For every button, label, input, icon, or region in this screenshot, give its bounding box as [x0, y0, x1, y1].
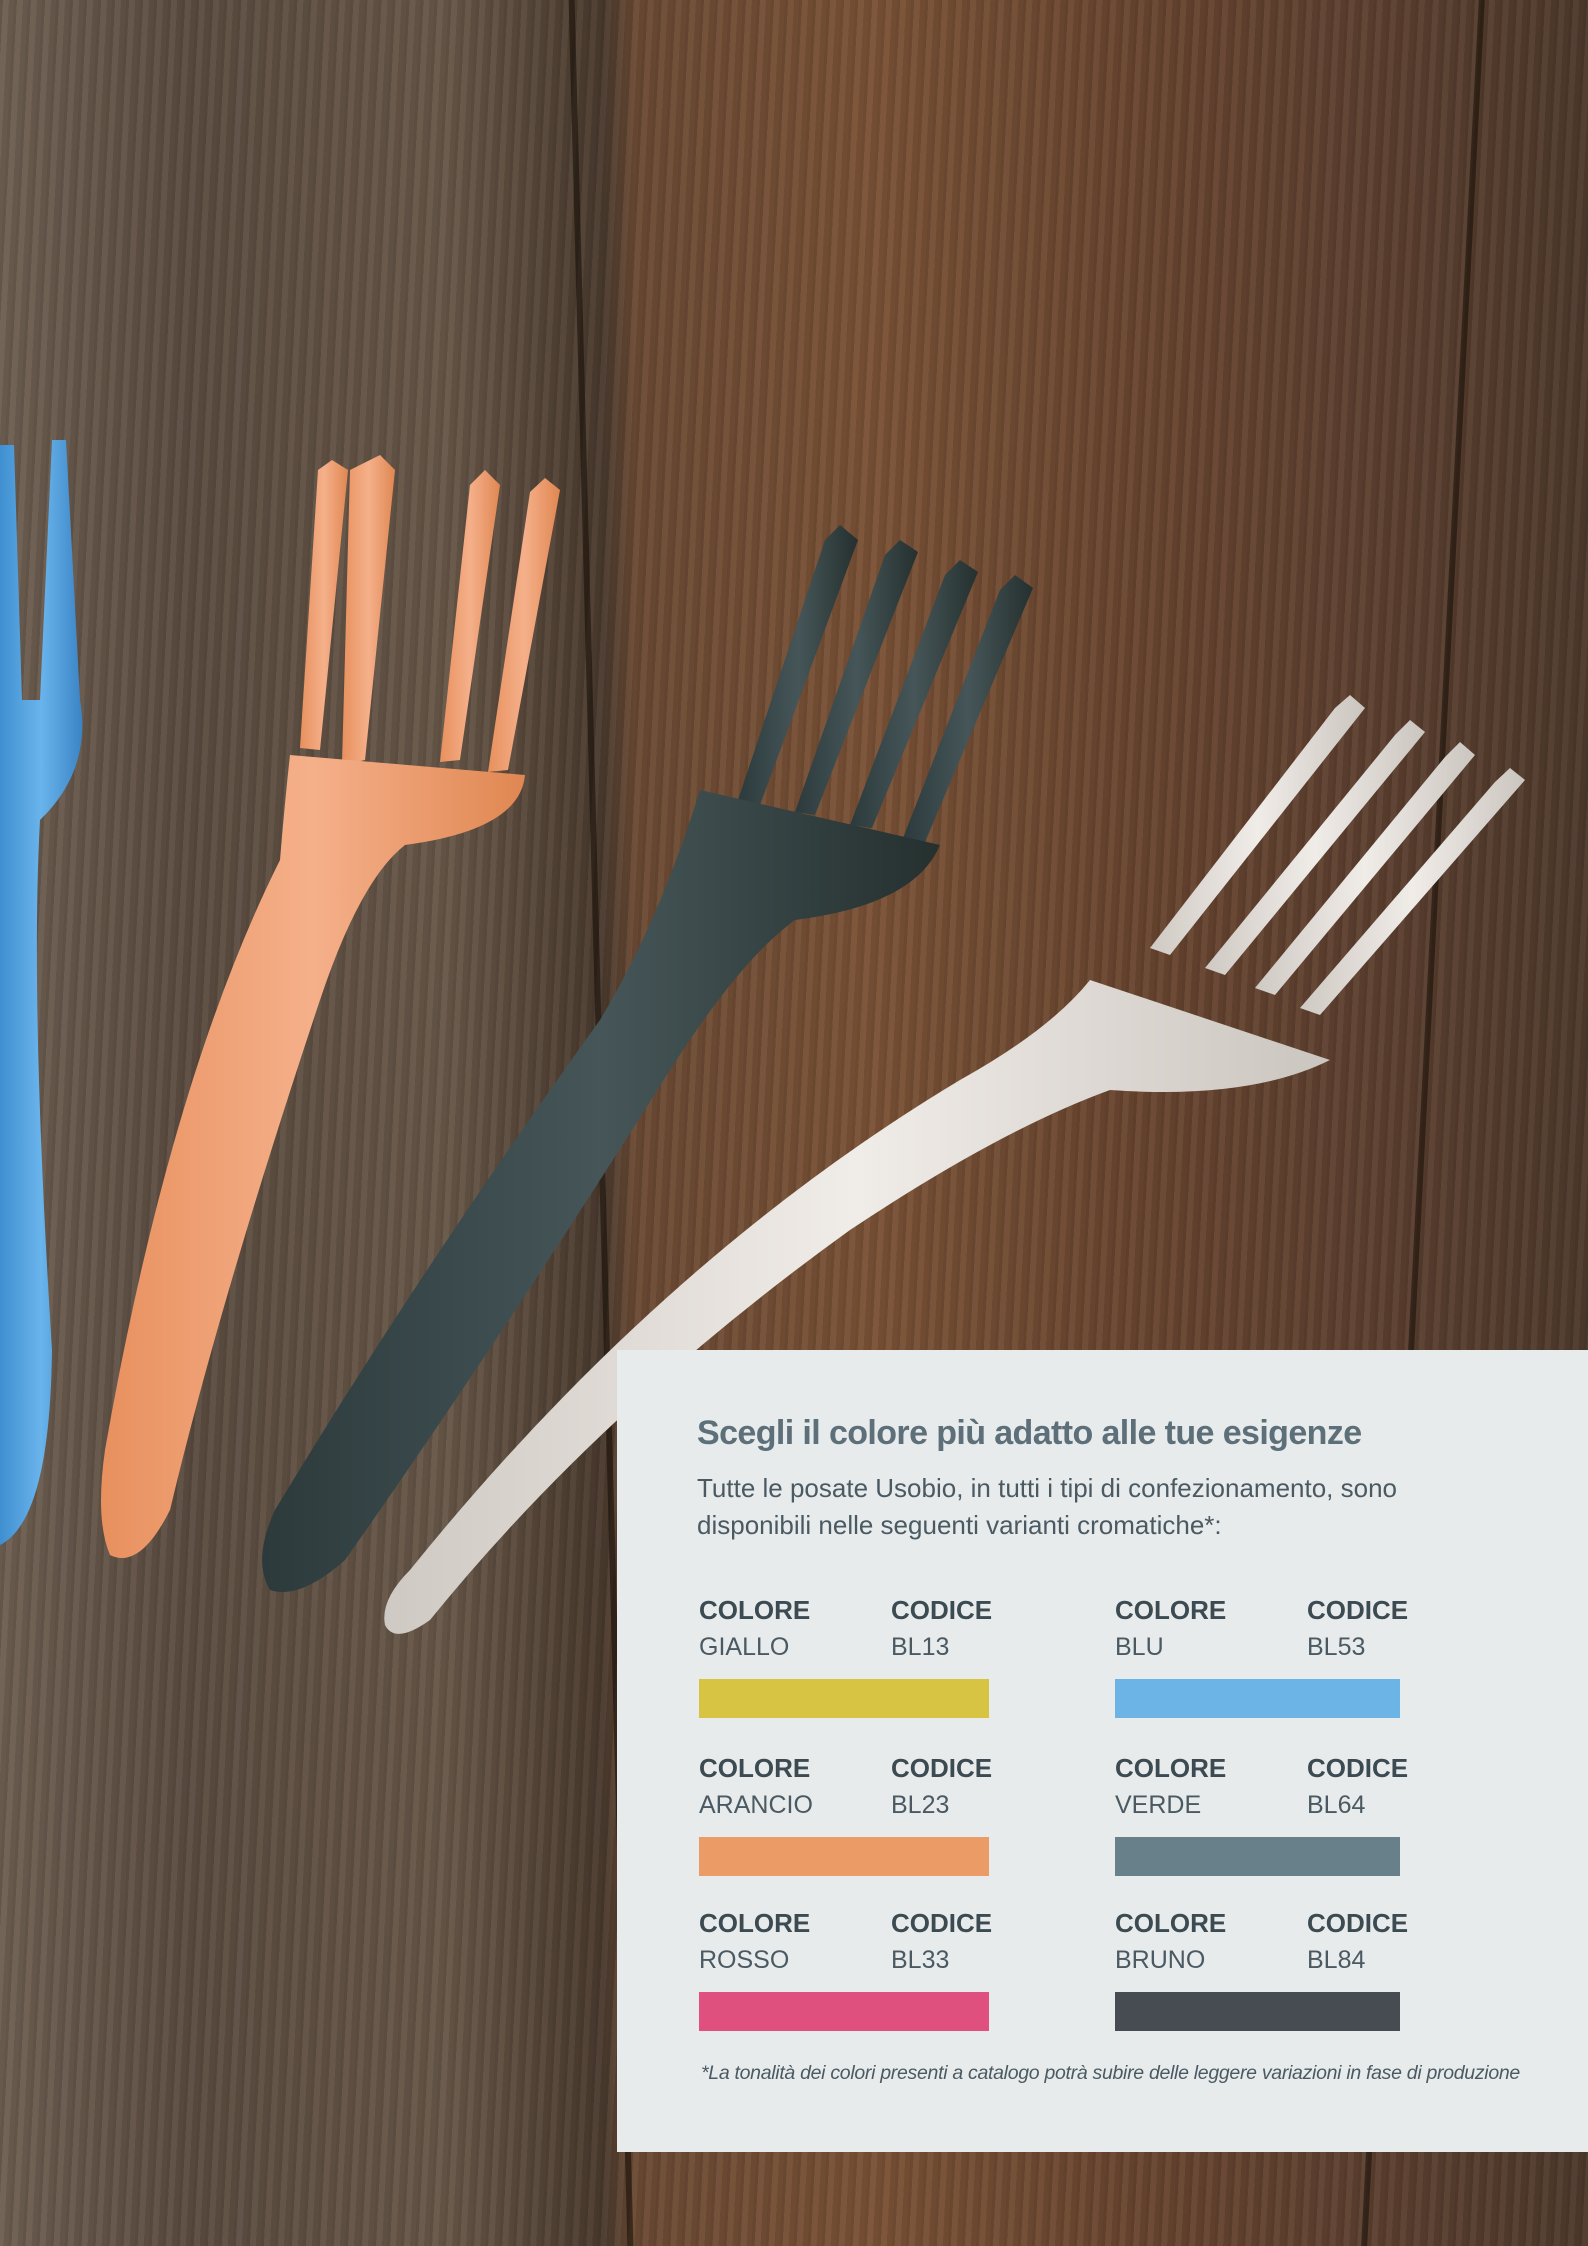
colore-label: COLORE [699, 1595, 811, 1625]
swatch-arancio: COLORE CODICE ARANCIO BL23 [699, 1753, 999, 1893]
colore-label: COLORE [699, 1753, 811, 1783]
swatch-rosso: COLORE CODICE ROSSO BL33 [699, 1908, 999, 2048]
codice-label: CODICE [891, 1908, 993, 1938]
color-code: BL84 [1307, 1946, 1366, 1974]
colore-label: COLORE [1115, 1753, 1227, 1783]
color-code: BL33 [891, 1946, 950, 1974]
color-name: VERDE [1115, 1791, 1202, 1819]
panel-title: Scegli il colore più adatto alle tue esi… [697, 1414, 1362, 1452]
color-code: BL64 [1307, 1791, 1366, 1819]
codice-label: CODICE [1307, 1908, 1409, 1938]
colore-label: COLORE [1115, 1595, 1227, 1625]
codice-label: CODICE [891, 1595, 993, 1625]
codice-label: CODICE [1307, 1753, 1409, 1783]
codice-label: CODICE [891, 1753, 993, 1783]
swatch-giallo: COLORE CODICE GIALLO BL13 [699, 1595, 999, 1735]
color-bar [699, 1837, 989, 1876]
color-code: BL13 [891, 1633, 950, 1661]
color-name: ROSSO [699, 1946, 790, 1974]
color-name: BLU [1115, 1633, 1164, 1661]
color-name: ARANCIO [699, 1791, 813, 1819]
swatch-blu: COLORE CODICE BLU BL53 [1115, 1595, 1415, 1735]
color-name: BRUNO [1115, 1946, 1206, 1974]
color-bar [1115, 1679, 1400, 1718]
swatch-bruno: COLORE CODICE BRUNO BL84 [1115, 1908, 1415, 2048]
footnote: *La tonalità dei colori presenti a catal… [701, 2062, 1520, 2084]
color-bar [699, 1992, 989, 2031]
color-bar [1115, 1992, 1400, 2031]
blue-fork [0, 440, 83, 1545]
color-bar [1115, 1837, 1400, 1876]
orange-fork [101, 455, 560, 1558]
panel-intro: Tutte le posate Usobio, in tutti i tipi … [697, 1473, 1397, 1540]
color-code: BL53 [1307, 1633, 1366, 1661]
codice-label: CODICE [1307, 1595, 1409, 1625]
color-bar [699, 1679, 989, 1718]
colore-label: COLORE [1115, 1908, 1227, 1938]
colore-label: COLORE [699, 1908, 811, 1938]
color-name: GIALLO [699, 1633, 790, 1661]
swatch-verde: COLORE CODICE VERDE BL64 [1115, 1753, 1415, 1893]
color-options-panel: Scegli il colore più adatto alle tue esi… [617, 1350, 1588, 2152]
color-code: BL23 [891, 1791, 950, 1819]
